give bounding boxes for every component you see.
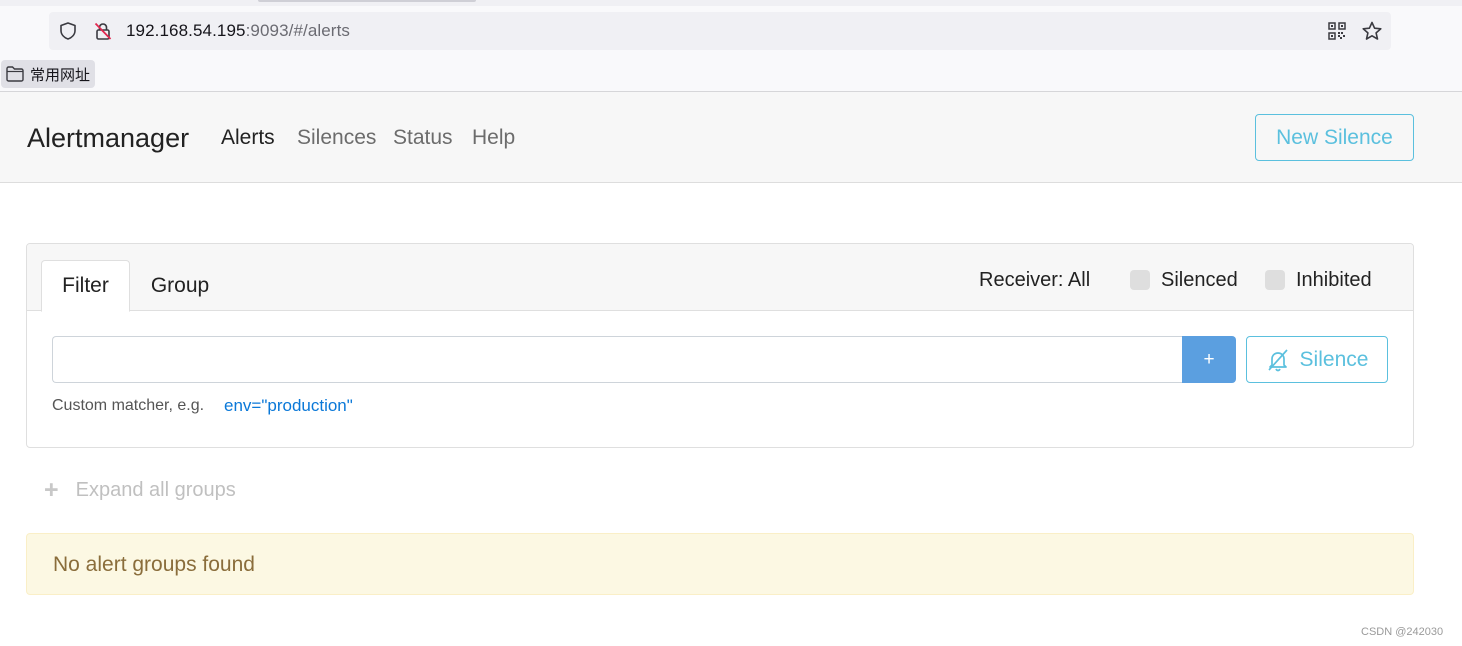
- add-matcher-button[interactable]: +: [1182, 336, 1236, 383]
- silence-button[interactable]: Silence: [1246, 336, 1388, 383]
- silenced-checkbox[interactable]: [1130, 270, 1150, 290]
- folder-icon: [6, 66, 24, 82]
- matcher-hint: Custom matcher, e.g.: [52, 397, 205, 414]
- nav-silences[interactable]: Silences: [297, 126, 376, 150]
- tab-group[interactable]: Group: [135, 260, 225, 312]
- matcher-input[interactable]: [52, 336, 1183, 383]
- app-brand[interactable]: Alertmanager: [27, 122, 189, 154]
- qr-code-icon[interactable]: [1327, 21, 1347, 41]
- plus-icon: +: [44, 476, 59, 504]
- inhibited-label: Inhibited: [1296, 269, 1372, 291]
- expand-all-groups-button[interactable]: + Expand all groups: [44, 476, 236, 504]
- tab-filter[interactable]: Filter: [41, 260, 130, 312]
- bookmark-folder[interactable]: 常用网址: [1, 60, 96, 88]
- bell-slash-icon: [1267, 348, 1288, 371]
- silenced-toggle[interactable]: Silenced: [1130, 268, 1238, 292]
- insecure-lock-icon[interactable]: [93, 21, 113, 41]
- filter-card: Filter Group Receiver: All Silenced Inhi…: [26, 243, 1414, 448]
- tab-strip: [0, 0, 1462, 6]
- silence-button-label: Silence: [1299, 347, 1369, 371]
- silenced-label: Silenced: [1161, 269, 1238, 291]
- new-silence-button[interactable]: New Silence: [1255, 114, 1414, 161]
- no-alerts-notice: No alert groups found: [26, 533, 1414, 595]
- url-path: :9093/#/alerts: [245, 21, 350, 40]
- star-icon[interactable]: [1361, 20, 1383, 42]
- nav-status[interactable]: Status: [393, 126, 453, 150]
- nav-alerts[interactable]: Alerts: [221, 126, 275, 150]
- url-host: 192.168.54.195: [126, 21, 246, 40]
- matcher-example-link[interactable]: env="production": [224, 396, 353, 416]
- shield-icon[interactable]: [58, 21, 78, 41]
- inhibited-toggle[interactable]: Inhibited: [1265, 268, 1372, 292]
- active-tab-edge[interactable]: [258, 0, 476, 2]
- nav-help[interactable]: Help: [472, 126, 515, 150]
- watermark: CSDN @242030: [1361, 626, 1444, 638]
- no-alerts-message: No alert groups found: [53, 553, 255, 576]
- expand-all-label: Expand all groups: [75, 479, 236, 501]
- browser-chrome: 192.168.54.195:9093/#/alerts 常用网址: [0, 0, 1462, 92]
- inhibited-checkbox[interactable]: [1265, 270, 1285, 290]
- filter-card-header: Filter Group Receiver: All Silenced Inhi…: [27, 244, 1413, 312]
- url-text[interactable]: 192.168.54.195:9093/#/alerts: [126, 21, 350, 41]
- app-navbar: Alertmanager Alerts Silences Status Help…: [0, 92, 1462, 183]
- bookmark-label: 常用网址: [30, 66, 91, 84]
- receiver-dropdown[interactable]: Receiver: All: [979, 268, 1090, 292]
